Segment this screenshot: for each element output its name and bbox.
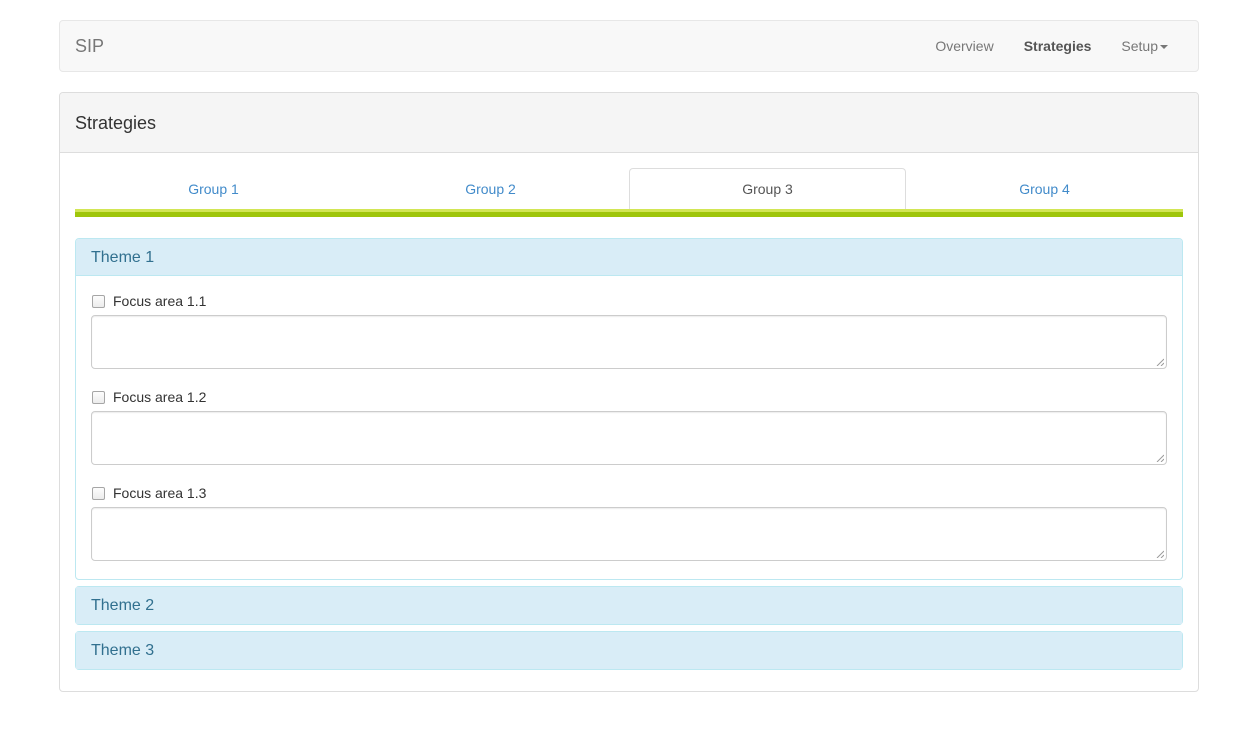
tab-group-3[interactable]: Group 3 bbox=[629, 168, 906, 210]
focus-area: Focus area 1.2 bbox=[91, 387, 1167, 465]
focus-area-label: Focus area 1.3 bbox=[113, 485, 207, 501]
theme-body-1: Focus area 1.1 Focus area 1.2 Focus area… bbox=[76, 276, 1182, 579]
resize-grip-icon[interactable] bbox=[1156, 454, 1164, 462]
focus-area-checkbox[interactable] bbox=[92, 486, 105, 500]
focus-area: Focus area 1.3 bbox=[91, 483, 1167, 561]
focus-area-label-row: Focus area 1.1 bbox=[91, 291, 1167, 311]
tab-underline-bar bbox=[75, 209, 1183, 217]
theme-panel-1: Theme 1 Focus area 1.1 Focus area 1.2 Fo… bbox=[75, 238, 1183, 580]
theme-heading-3[interactable]: Theme 3 bbox=[76, 632, 1182, 669]
nav-strategies[interactable]: Strategies bbox=[1024, 36, 1092, 56]
group-tabs: Group 1 Group 2 Group 3 Group 4 bbox=[75, 168, 1183, 210]
focus-area-textarea[interactable] bbox=[91, 507, 1167, 561]
focus-area-label: Focus area 1.1 bbox=[113, 293, 207, 309]
focus-area-textarea[interactable] bbox=[91, 411, 1167, 465]
theme-panel-3: Theme 3 bbox=[75, 631, 1183, 670]
brand-logo[interactable]: SIP bbox=[75, 36, 104, 56]
strategies-panel: Strategies Group 1 Group 2 Group 3 Group… bbox=[59, 92, 1199, 692]
nav-setup-dropdown[interactable]: Setup bbox=[1121, 36, 1168, 56]
nav-setup-label: Setup bbox=[1121, 38, 1158, 54]
nav-overview[interactable]: Overview bbox=[935, 36, 993, 56]
focus-area-checkbox[interactable] bbox=[92, 390, 105, 404]
resize-grip-icon[interactable] bbox=[1156, 550, 1164, 558]
chevron-down-icon bbox=[1160, 45, 1168, 50]
focus-area-checkbox[interactable] bbox=[92, 294, 105, 308]
focus-area-label-row: Focus area 1.3 bbox=[91, 483, 1167, 503]
tab-group-2[interactable]: Group 2 bbox=[352, 168, 629, 210]
panel-heading: Strategies bbox=[60, 93, 1198, 153]
main-nav: Overview Strategies Setup bbox=[905, 21, 1168, 71]
top-navbar: SIP Overview Strategies Setup bbox=[59, 20, 1199, 72]
resize-grip-icon[interactable] bbox=[1156, 358, 1164, 366]
tab-group-1[interactable]: Group 1 bbox=[75, 168, 352, 210]
focus-area-textarea[interactable] bbox=[91, 315, 1167, 369]
tab-group-4[interactable]: Group 4 bbox=[906, 168, 1183, 210]
theme-heading-1[interactable]: Theme 1 bbox=[76, 239, 1182, 276]
theme-heading-2[interactable]: Theme 2 bbox=[76, 587, 1182, 624]
focus-area-label-row: Focus area 1.2 bbox=[91, 387, 1167, 407]
focus-area: Focus area 1.1 bbox=[91, 291, 1167, 369]
focus-area-label: Focus area 1.2 bbox=[113, 389, 207, 405]
page-title: Strategies bbox=[75, 113, 157, 133]
theme-panel-2: Theme 2 bbox=[75, 586, 1183, 625]
